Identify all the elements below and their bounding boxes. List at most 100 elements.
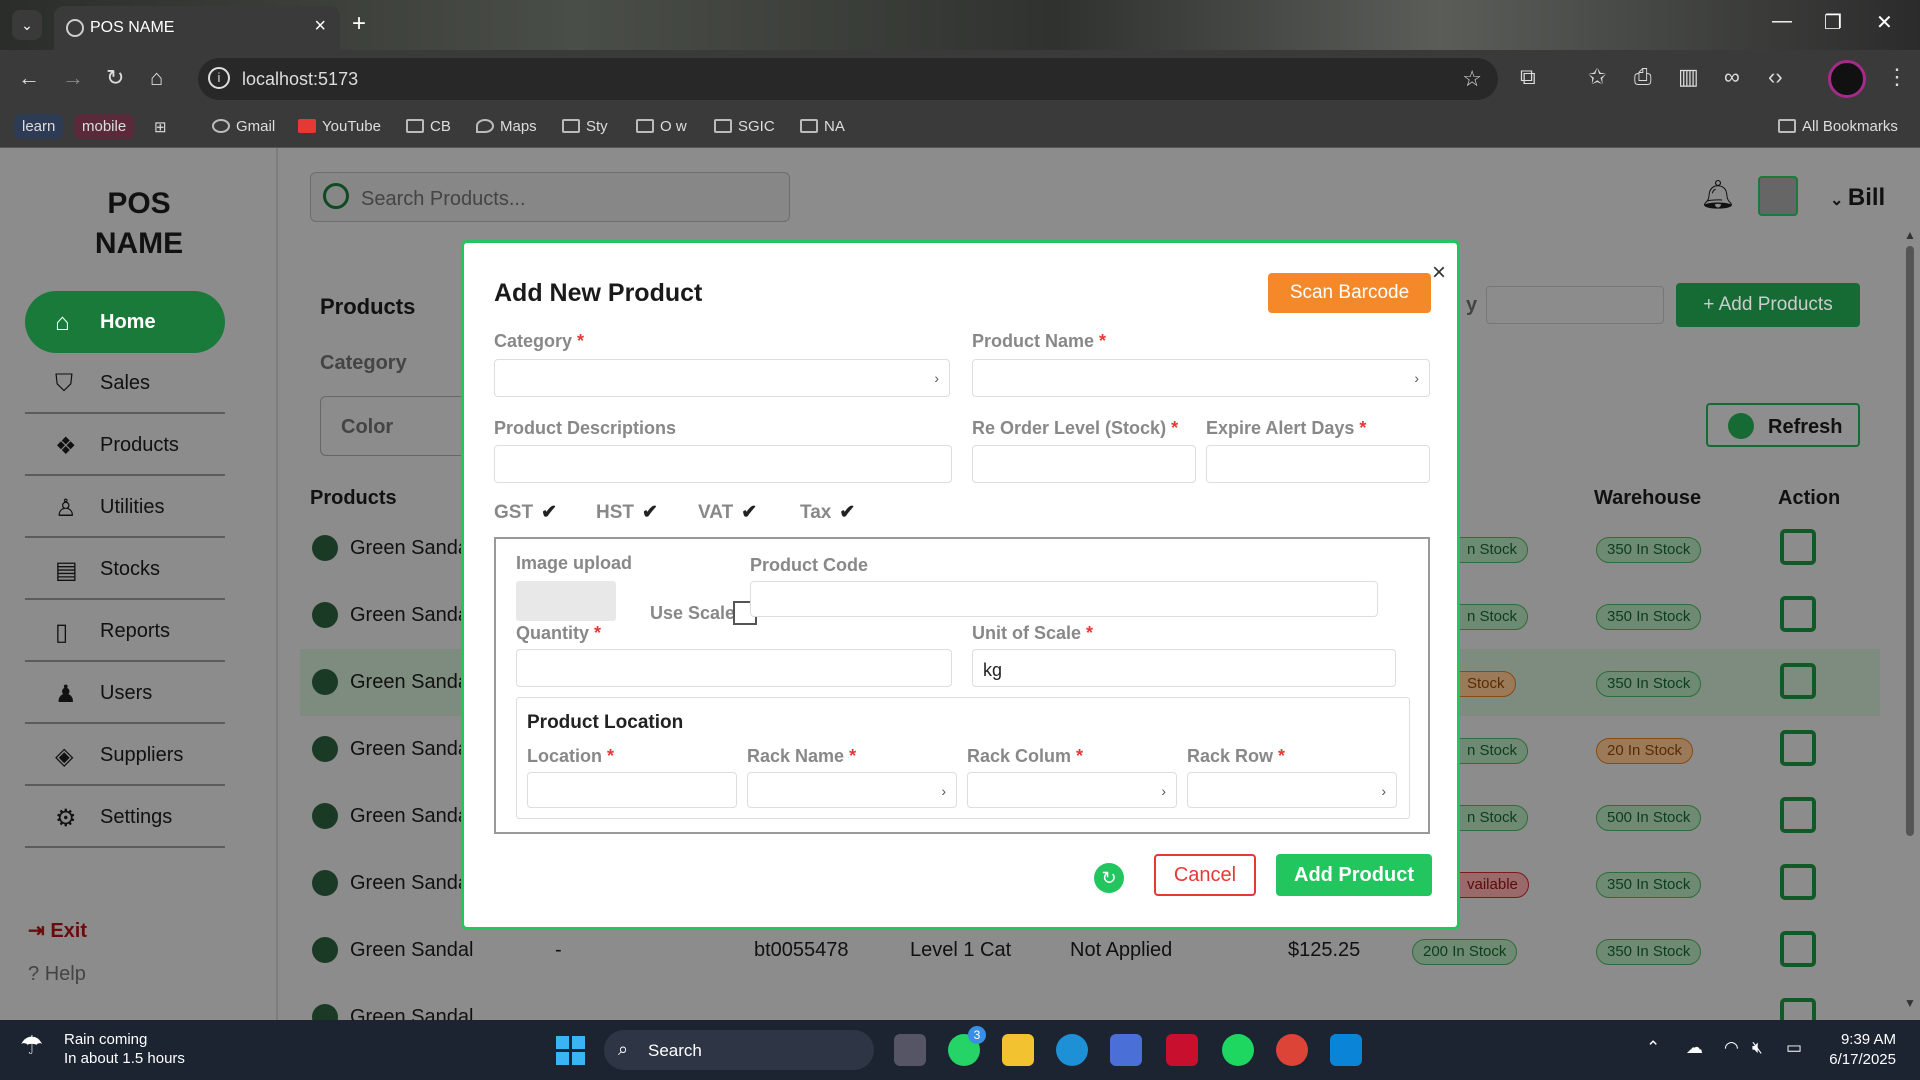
forward-icon[interactable]: → [62,65,84,91]
mcafee-icon[interactable] [1166,1034,1198,1066]
vat-checkbox[interactable]: VAT ✔ [698,501,757,524]
back-icon[interactable]: ← [18,65,40,91]
rack-name-select[interactable]: › [747,772,957,808]
page-scrollbar[interactable]: ▲ ▼ [1904,228,1916,1010]
rack-row-select[interactable]: › [1187,772,1397,808]
avatar[interactable] [1758,176,1798,216]
window-close-icon[interactable]: ✕ [1876,10,1893,35]
reload-icon[interactable]: ↻ [106,65,124,91]
user-menu[interactable]: ⌄ Bill [1830,184,1885,212]
bookmark-sgic[interactable]: SGIC [714,118,775,135]
location-input[interactable] [527,772,737,808]
product-code-input[interactable] [750,581,1378,617]
edit-icon[interactable] [1780,596,1816,632]
add-product-button[interactable]: Add Product [1276,854,1432,896]
color-filter[interactable]: Color [320,396,480,456]
edit-icon[interactable] [1780,998,1816,1020]
bell-icon[interactable]: 🔔︎ [1700,178,1736,211]
product-name-select[interactable]: › [972,359,1430,397]
taskbar-search[interactable]: ⌕ Search [604,1030,874,1070]
menu-kebab-icon[interactable]: ⋮ [1886,64,1908,90]
wifi-icon[interactable]: ◠ [1724,1038,1739,1058]
scroll-up-icon[interactable]: ▲ [1904,228,1916,242]
bookmark-sty[interactable]: Sty [562,118,608,135]
vscode-icon[interactable] [1330,1034,1362,1066]
scan-barcode-button[interactable]: Scan Barcode [1268,273,1431,313]
table-row[interactable]: Green Sandal [300,984,1880,1020]
spotify-icon[interactable] [1222,1034,1254,1066]
extension-icon[interactable]: ⧉ [1520,64,1536,90]
cloud-icon[interactable]: ☁ [1686,1038,1703,1058]
edge-icon[interactable] [1056,1034,1088,1066]
sidebar-item-suppliers[interactable]: ◈ Suppliers [25,724,225,786]
clock[interactable]: 9:39 AM 6/17/2025 [1826,1030,1896,1070]
tax-checkbox[interactable]: Tax ✔ [800,501,855,524]
battery-icon[interactable]: ▭ [1786,1038,1802,1058]
scrollbar-thumb[interactable] [1906,246,1914,836]
bookmark-learn[interactable]: learn [14,114,64,139]
descriptions-input[interactable] [494,445,952,483]
rack-colum-select[interactable]: › [967,772,1177,808]
edit-icon[interactable] [1780,529,1816,565]
bookmark-na[interactable]: NA [800,118,845,135]
edit-icon[interactable] [1780,931,1816,967]
cancel-button[interactable]: Cancel [1154,854,1256,896]
site-info-icon[interactable]: i [208,67,230,89]
profile-avatar[interactable] [1828,60,1866,98]
sidebar-item-users[interactable]: ♟ Users [25,662,225,724]
refresh-button[interactable]: Refresh [1706,403,1860,447]
sidebar-item-stocks[interactable]: ▤ Stocks [25,538,225,600]
sidebar-item-home[interactable]: ⌂ Home [25,291,225,353]
edit-icon[interactable] [1780,797,1816,833]
use-scale-checkbox[interactable]: Use Scale [650,601,758,625]
volume-muted-icon[interactable]: 🔇︎ [1752,1038,1763,1058]
favorites-icon[interactable]: ✩ [1588,64,1606,90]
exit-button[interactable]: ⇥ Exit [28,918,87,943]
sidebar-item-sales[interactable]: ⛉ Sales [25,352,225,414]
start-button[interactable] [556,1036,586,1066]
bookmark-gmail[interactable]: Gmail [212,118,275,135]
close-icon[interactable]: × [1432,259,1446,287]
close-tab-icon[interactable]: × [314,15,326,38]
reorder-input[interactable] [972,445,1196,483]
sidebar-item-utilities[interactable]: ♙ Utilities [25,476,225,538]
bookmark-star-icon[interactable]: ☆ [1462,66,1482,92]
hst-checkbox[interactable]: HST ✔ [596,501,658,524]
help-button[interactable]: ? Help [28,963,86,986]
chevron-up-icon[interactable]: ⌃ [1646,1038,1660,1058]
whatsapp-icon[interactable]: 3 [948,1026,986,1066]
image-upload-dropzone[interactable] [516,581,616,621]
task-view-icon[interactable] [894,1034,926,1066]
reader-icon[interactable]: ▥ [1678,64,1699,90]
bookmark-cb[interactable]: CB [406,118,451,135]
address-bar[interactable]: i localhost:5173 ☆ [198,58,1498,100]
print-icon[interactable]: ⎙ [1634,64,1652,90]
restore-icon[interactable]: ❐ [1824,10,1842,35]
bookmark-maps[interactable]: Maps [476,118,537,135]
quantity-input[interactable] [516,649,952,687]
edit-icon[interactable] [1780,663,1816,699]
expire-input[interactable] [1206,445,1430,483]
unit-of-scale-input[interactable]: kg [972,649,1396,687]
browser-tab[interactable]: POS NAME × [54,6,340,50]
scroll-down-icon[interactable]: ▼ [1904,996,1916,1010]
edit-icon[interactable] [1780,730,1816,766]
search-input[interactable]: Search Products... [310,172,790,222]
filter-select[interactable] [1486,286,1664,324]
reset-form-icon[interactable]: ↻ [1094,863,1124,893]
sidebar-item-reports[interactable]: ▯ Reports [25,600,225,662]
edit-icon[interactable] [1780,864,1816,900]
store-icon[interactable] [1110,1034,1142,1066]
apps-grid-icon[interactable]: ⊞ [154,118,167,136]
tab-search-chevron-icon[interactable]: ⌄ [12,10,42,40]
code-icon[interactable]: ‹› [1768,64,1783,90]
category-select[interactable]: › [494,359,950,397]
sidebar-item-products[interactable]: ❖ Products [25,414,225,476]
minimize-icon[interactable]: — [1772,10,1792,33]
chrome-icon[interactable] [1276,1034,1308,1066]
sidebar-item-settings[interactable]: ⚙ Settings [25,786,225,848]
link-icon[interactable]: ∞ [1724,64,1740,90]
gst-checkbox[interactable]: GST ✔ [494,501,557,524]
bookmark-youtube[interactable]: YouTube [298,118,381,135]
all-bookmarks[interactable]: All Bookmarks [1778,118,1898,135]
